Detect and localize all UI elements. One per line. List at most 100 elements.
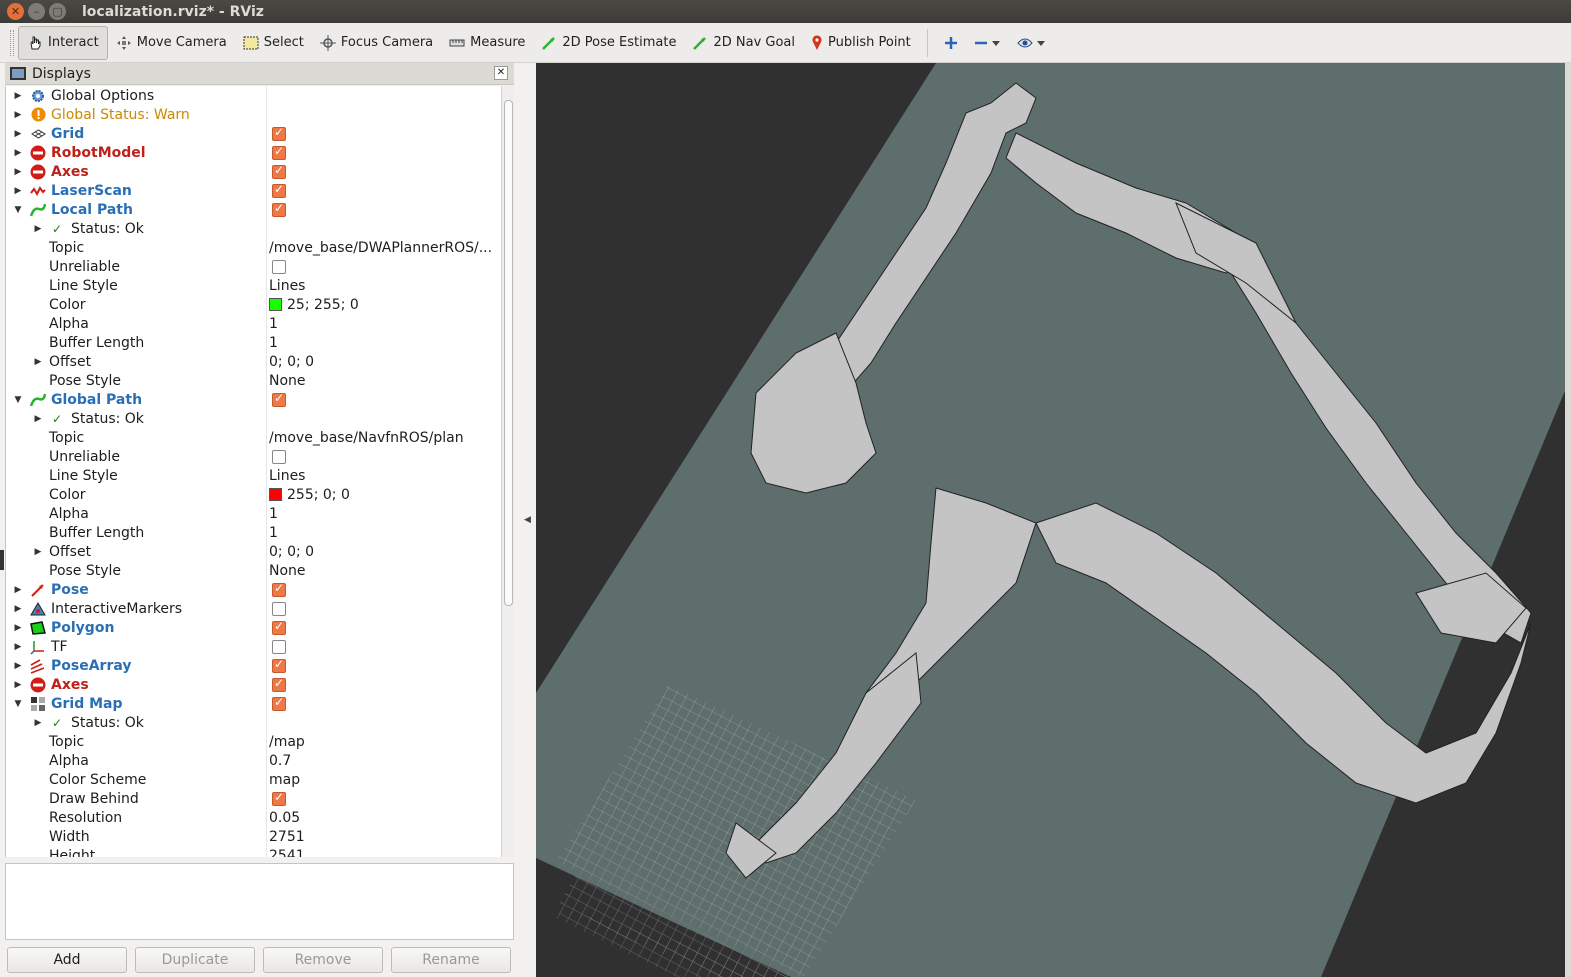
expand-arrow-icon[interactable]: ▶	[13, 680, 23, 690]
remove-button[interactable]: Remove	[263, 947, 383, 973]
enable-checkbox[interactable]	[272, 182, 286, 198]
tree-row-axes[interactable]: ▶ Axes	[6, 162, 501, 181]
tree-scrollbar[interactable]	[501, 86, 514, 857]
row-value[interactable]: Lines	[269, 468, 305, 484]
expand-arrow-icon[interactable]: ▶	[13, 642, 23, 652]
render-viewport[interactable]	[536, 63, 1571, 977]
row-value[interactable]: 1	[269, 335, 278, 351]
enable-checkbox[interactable]	[272, 639, 286, 654]
view-menu-button[interactable]	[1009, 26, 1054, 60]
row-value[interactable]: 1	[269, 316, 278, 332]
tree-row-property[interactable]: Buffer Length 1	[6, 333, 501, 352]
tree-row-property[interactable]: Topic /map	[6, 732, 501, 751]
publish-point-tool-button[interactable]: Publish Point	[803, 26, 919, 60]
enable-checkbox[interactable]	[272, 676, 286, 692]
tree-row-tf[interactable]: ▶ TF	[6, 637, 501, 656]
tree-row-interactivemarkers[interactable]: ▶ InteractiveMarkers	[6, 599, 501, 618]
tree-row-robotmodel[interactable]: ▶ RobotModel	[6, 143, 501, 162]
tree-row-property[interactable]: Color Scheme map	[6, 770, 501, 789]
row-value[interactable]: /move_base/NavfnROS/plan	[269, 430, 464, 446]
tree-row-property[interactable]: Unreliable	[6, 447, 501, 466]
color-value[interactable]: 25; 255; 0	[269, 297, 359, 313]
enable-checkbox[interactable]	[272, 581, 286, 597]
expand-arrow-icon[interactable]: ▶	[33, 414, 43, 424]
row-value[interactable]: 0; 0; 0	[269, 544, 314, 560]
row-value[interactable]: 2541	[269, 848, 305, 858]
tree-row-global-path[interactable]: ▼ Global Path	[6, 390, 501, 409]
row-value[interactable]: map	[269, 772, 300, 788]
color-value[interactable]: 255; 0; 0	[269, 487, 350, 503]
row-value[interactable]: 0; 0; 0	[269, 354, 314, 370]
expand-arrow-icon[interactable]: ▶	[33, 547, 43, 557]
tree-row-property[interactable]: Pose Style None	[6, 371, 501, 390]
expand-arrow-icon[interactable]: ▶	[33, 718, 43, 728]
interact-tool-button[interactable]: Interact	[18, 25, 108, 60]
tree-row-laserscan[interactable]: ▶ LaserScan	[6, 181, 501, 200]
tree-row-property[interactable]: Draw Behind	[6, 789, 501, 808]
unreliable-checkbox[interactable]	[272, 449, 286, 464]
tree-row-grid-map[interactable]: ▼ Grid Map	[6, 694, 501, 713]
expand-arrow-icon[interactable]: ▶	[33, 357, 43, 367]
tree-row-property[interactable]: Alpha 1	[6, 504, 501, 523]
tree-row-status[interactable]: ▶ ✓ Status: Ok	[6, 219, 501, 238]
expand-arrow-icon[interactable]: ▶	[13, 585, 23, 595]
panel-splitter[interactable]: ◀	[516, 63, 536, 977]
expand-arrow-icon[interactable]: ▶	[13, 186, 23, 196]
enable-checkbox[interactable]	[272, 695, 286, 711]
row-value[interactable]: 1	[269, 525, 278, 541]
row-value[interactable]: 2751	[269, 829, 305, 845]
expand-arrow-icon[interactable]: ▶	[13, 623, 23, 633]
row-value[interactable]: None	[269, 563, 306, 579]
tree-row-global-options[interactable]: ▶ Global Options	[6, 86, 501, 105]
row-value[interactable]: 1	[269, 506, 278, 522]
enable-checkbox[interactable]	[272, 601, 286, 616]
row-value[interactable]: Lines	[269, 278, 305, 294]
scrollbar-thumb[interactable]	[504, 100, 513, 606]
tree-row-property[interactable]: ▶ Offset 0; 0; 0	[6, 542, 501, 561]
focus-camera-tool-button[interactable]: Focus Camera	[312, 26, 441, 60]
select-tool-button[interactable]: Select	[235, 26, 312, 60]
unreliable-checkbox[interactable]	[272, 259, 286, 274]
collapse-left-arrow-icon[interactable]: ◀	[524, 515, 531, 525]
enable-checkbox[interactable]	[272, 144, 286, 160]
tree-row-property[interactable]: Color 255; 0; 0	[6, 485, 501, 504]
enable-checkbox[interactable]	[272, 619, 286, 635]
row-value[interactable]: /move_base/DWAPlannerROS/...	[269, 240, 492, 256]
tree-row-polygon[interactable]: ▶ Polygon	[6, 618, 501, 637]
draw-behind-checkbox[interactable]	[272, 790, 286, 806]
expand-arrow-icon[interactable]: ▶	[13, 661, 23, 671]
close-window-button[interactable]: ✕	[7, 3, 24, 20]
tree-row-local-path[interactable]: ▼ Local Path	[6, 200, 501, 219]
row-value[interactable]: None	[269, 373, 306, 389]
tree-row-property[interactable]: ▶ Offset 0; 0; 0	[6, 352, 501, 371]
measure-tool-button[interactable]: Measure	[441, 26, 533, 60]
maximize-window-button[interactable]: ▢	[49, 3, 66, 20]
enable-checkbox[interactable]	[272, 125, 286, 141]
tree-row-property[interactable]: Alpha 0.7	[6, 751, 501, 770]
minimize-window-button[interactable]: –	[28, 3, 45, 20]
enable-checkbox[interactable]	[272, 657, 286, 673]
add-button[interactable]: Add	[7, 947, 127, 973]
expand-arrow-icon[interactable]: ▶	[13, 148, 23, 158]
collapse-arrow-icon[interactable]: ▼	[13, 205, 23, 215]
expand-arrow-icon[interactable]: ▶	[13, 604, 23, 614]
tree-row-property[interactable]: Unreliable	[6, 257, 501, 276]
tree-row-property[interactable]: Buffer Length 1	[6, 523, 501, 542]
close-panel-button[interactable]: ✕	[494, 66, 508, 80]
left-dock-handle[interactable]	[0, 550, 4, 570]
toolbar-grip[interactable]	[10, 29, 14, 56]
expand-arrow-icon[interactable]: ▶	[13, 167, 23, 177]
tree-row-property[interactable]: Width 2751	[6, 827, 501, 846]
nav-goal-tool-button[interactable]: 2D Nav Goal	[684, 26, 803, 60]
row-value[interactable]: 0.7	[269, 753, 291, 769]
expand-arrow-icon[interactable]: ▶	[13, 110, 23, 120]
tree-row-status[interactable]: ▶ ✓ Status: Ok	[6, 713, 501, 732]
expand-arrow-icon[interactable]: ▶	[13, 129, 23, 139]
row-value[interactable]: 0.05	[269, 810, 300, 826]
tree-row-property[interactable]: Line Style Lines	[6, 276, 501, 295]
tree-row-property[interactable]: Height 2541	[6, 846, 501, 858]
tree-row-property[interactable]: Resolution 0.05	[6, 808, 501, 827]
pose-estimate-tool-button[interactable]: 2D Pose Estimate	[533, 26, 684, 60]
tree-row-grid[interactable]: ▶ Grid	[6, 124, 501, 143]
tree-row-property[interactable]: Line Style Lines	[6, 466, 501, 485]
